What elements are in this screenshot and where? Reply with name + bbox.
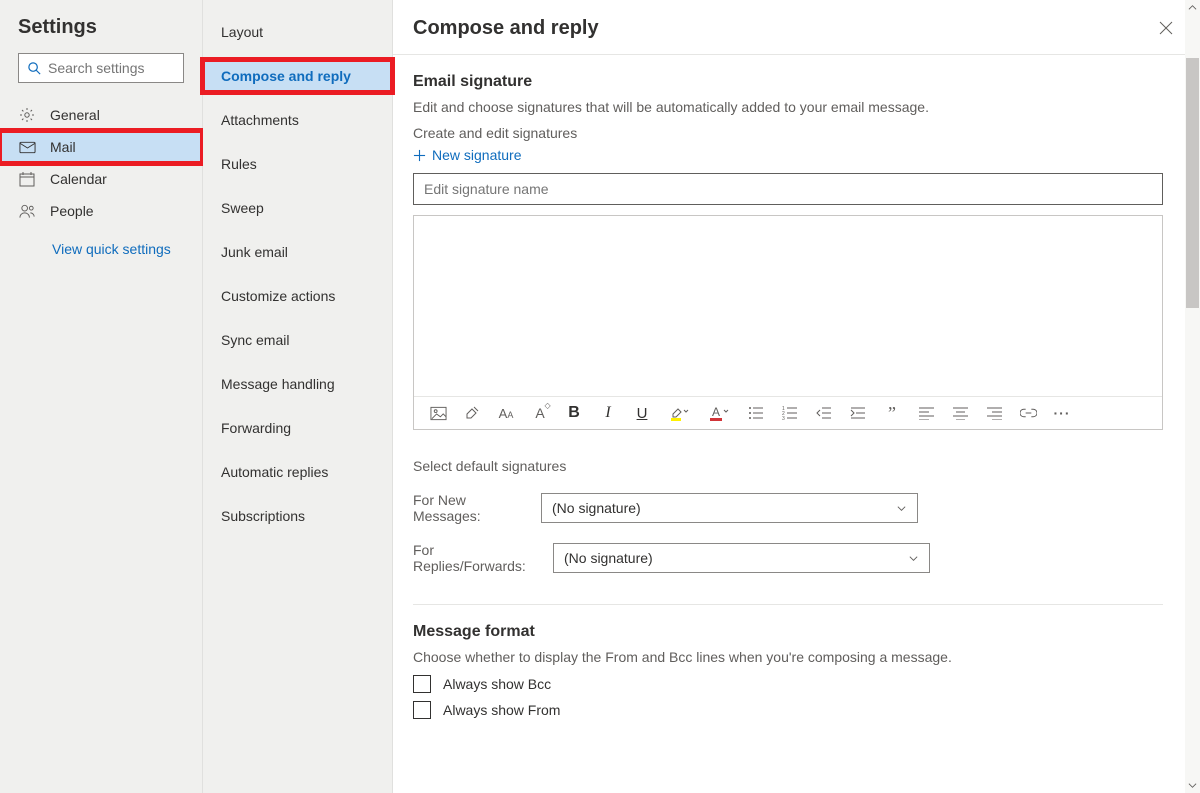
replies-row: For Replies/Forwards: (No signature) — [413, 542, 1180, 574]
align-center-icon[interactable] — [950, 403, 970, 423]
settings-sidebar: Settings General Mail Calendar People View … — [0, 0, 203, 793]
select-default-label: Select default signatures — [413, 458, 1180, 474]
panel-body: Email signature Edit and choose signatur… — [393, 55, 1200, 739]
search-input[interactable] — [48, 60, 175, 76]
plus-icon — [413, 149, 426, 162]
bold-icon[interactable]: B — [564, 403, 584, 423]
chevron-down-icon — [908, 553, 919, 564]
align-left-icon[interactable] — [916, 403, 936, 423]
font-family-icon[interactable]: AA — [496, 403, 516, 423]
italic-icon[interactable]: I — [598, 403, 618, 423]
highlight-icon[interactable] — [666, 403, 692, 423]
email-signature-desc: Edit and choose signatures that will be … — [413, 99, 1180, 115]
section-divider — [413, 604, 1163, 605]
search-wrap — [18, 53, 184, 83]
checkbox[interactable] — [413, 701, 431, 719]
numbering-icon[interactable]: 123 — [780, 403, 800, 423]
settings-panel: Compose and reply Email signature Edit a… — [393, 0, 1200, 793]
sidebar-item-general[interactable]: General — [0, 99, 202, 131]
for-new-label: For New Messages: — [413, 492, 533, 524]
scrollbar-thumb[interactable] — [1186, 58, 1199, 308]
mail-icon — [18, 141, 36, 154]
message-format-heading: Message format — [413, 623, 1180, 641]
new-signature-button[interactable]: New signature — [413, 147, 522, 163]
replies-dropdown[interactable]: (No signature) — [553, 543, 930, 573]
more-icon[interactable]: ··· — [1052, 403, 1072, 423]
bcc-checkbox-row[interactable]: Always show Bcc — [413, 675, 1180, 693]
mail-subnav: Layout Compose and reply Attachments Rules S… — [203, 0, 393, 793]
search-box[interactable] — [18, 53, 184, 83]
subnav-item-rules[interactable]: Rules — [203, 148, 392, 180]
scrollbar-track[interactable] — [1185, 0, 1200, 793]
calendar-icon — [18, 171, 36, 187]
sidebar-item-mail[interactable]: Mail — [0, 131, 202, 163]
email-signature-heading: Email signature — [413, 73, 1180, 91]
subnav-item-layout[interactable]: Layout — [203, 16, 392, 48]
panel-title: Compose and reply — [413, 17, 599, 40]
quote-icon[interactable]: ” — [882, 403, 902, 423]
subnav-item-forwarding[interactable]: Forwarding — [203, 412, 392, 444]
bullets-icon[interactable] — [746, 403, 766, 423]
dropdown-value: (No signature) — [564, 550, 653, 566]
message-format-desc: Choose whether to display the From and B… — [413, 649, 1180, 665]
signature-textarea[interactable] — [414, 216, 1162, 396]
chevron-down-icon — [896, 503, 907, 514]
sidebar-item-people[interactable]: People — [0, 195, 202, 227]
svg-text:3: 3 — [782, 416, 785, 420]
people-icon — [18, 203, 36, 219]
new-signature-label: New signature — [432, 147, 522, 163]
search-icon — [27, 61, 42, 76]
underline-icon[interactable]: U — [632, 403, 652, 423]
view-quick-settings-link[interactable]: View quick settings — [0, 227, 202, 257]
outdent-icon[interactable] — [814, 403, 834, 423]
scroll-up-icon[interactable] — [1185, 0, 1200, 15]
from-checkbox-row[interactable]: Always show From — [413, 701, 1180, 719]
sidebar-item-label: General — [50, 107, 100, 123]
for-replies-label: For Replies/Forwards: — [413, 542, 545, 574]
new-messages-dropdown[interactable]: (No signature) — [541, 493, 918, 523]
insert-image-icon[interactable] — [428, 403, 448, 423]
editor-toolbar: AA A◇ BIU A 123 ” ··· — [414, 396, 1162, 429]
settings-heading: Settings — [0, 12, 202, 51]
primary-nav: General Mail Calendar People — [0, 99, 202, 227]
sidebar-item-label: People — [50, 203, 94, 219]
gear-icon — [18, 107, 36, 123]
subnav-item-subs[interactable]: Subscriptions — [203, 500, 392, 532]
subnav-item-msg-handle[interactable]: Message handling — [203, 368, 392, 400]
scroll-down-icon[interactable] — [1185, 778, 1200, 793]
subnav-item-attachments[interactable]: Attachments — [203, 104, 392, 136]
subnav-list: Layout Compose and reply Attachments Rules S… — [203, 16, 392, 532]
align-right-icon[interactable] — [984, 403, 1004, 423]
create-signatures-desc: Create and edit signatures — [413, 125, 1180, 141]
close-button[interactable] — [1152, 14, 1180, 42]
new-messages-row: For New Messages: (No signature) — [413, 492, 1180, 524]
sidebar-item-calendar[interactable]: Calendar — [0, 163, 202, 195]
svg-text:A: A — [712, 405, 720, 419]
subnav-item-junk[interactable]: Junk email — [203, 236, 392, 268]
subnav-item-customize[interactable]: Customize actions — [203, 280, 392, 312]
indent-icon[interactable] — [848, 403, 868, 423]
from-label: Always show From — [443, 702, 560, 718]
subnav-item-compose-reply[interactable]: Compose and reply — [203, 60, 392, 92]
font-size-icon[interactable]: A◇ — [530, 403, 550, 423]
dropdown-value: (No signature) — [552, 500, 641, 516]
format-painter-icon[interactable] — [462, 403, 482, 423]
sidebar-item-label: Calendar — [50, 171, 107, 187]
panel-header: Compose and reply — [393, 0, 1200, 55]
signature-name-input[interactable] — [413, 173, 1163, 205]
signature-editor: AA A◇ BIU A 123 ” ··· — [413, 215, 1163, 430]
link-icon[interactable] — [1018, 403, 1038, 423]
bcc-label: Always show Bcc — [443, 676, 551, 692]
font-color-icon[interactable]: A — [706, 403, 732, 423]
checkbox[interactable] — [413, 675, 431, 693]
subnav-item-sync[interactable]: Sync email — [203, 324, 392, 356]
sidebar-item-label: Mail — [50, 139, 76, 155]
subnav-item-sweep[interactable]: Sweep — [203, 192, 392, 224]
subnav-item-auto-replies[interactable]: Automatic replies — [203, 456, 392, 488]
